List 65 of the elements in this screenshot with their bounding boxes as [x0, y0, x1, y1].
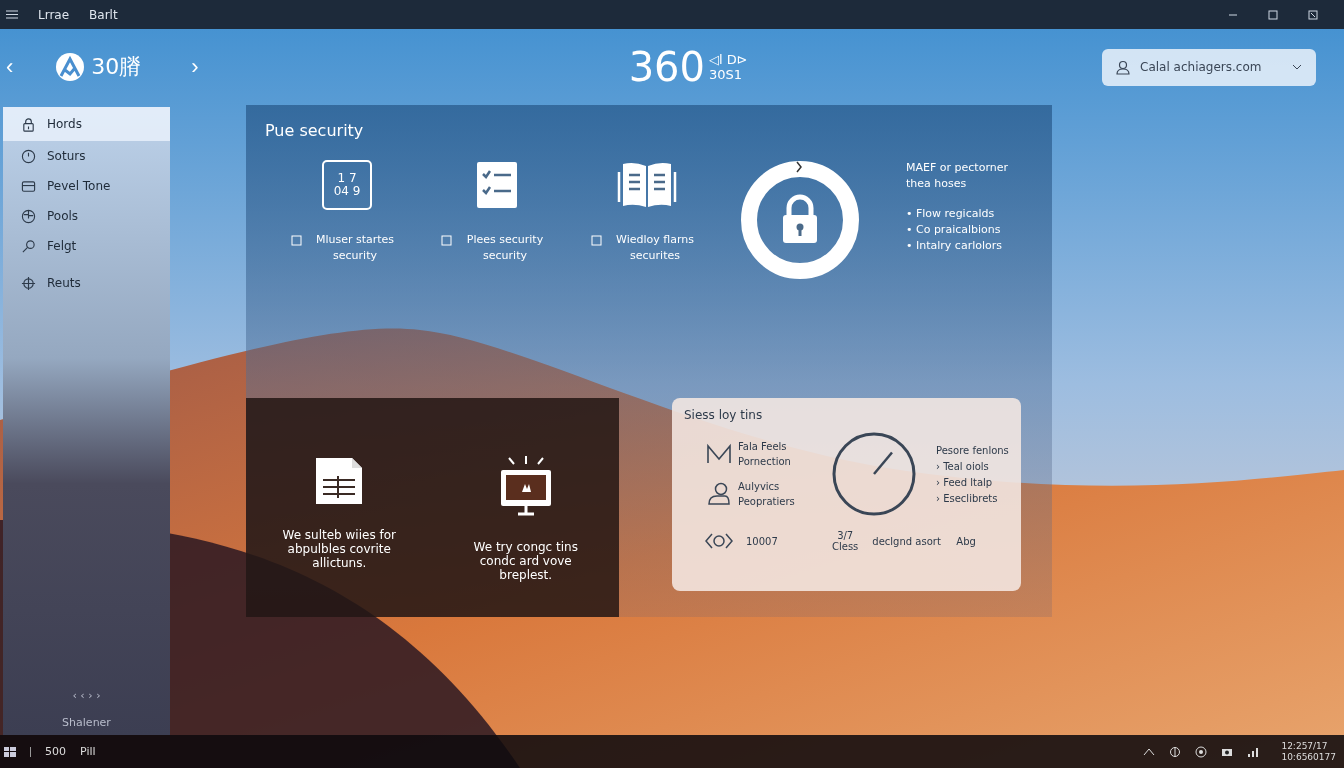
list-item: › Teal oiols	[936, 460, 990, 472]
list-item: › Eseclibrets	[936, 492, 999, 504]
padlock-ring-icon	[740, 160, 860, 280]
lock-caption: MAEF or pectorner thea hoses	[906, 160, 1009, 192]
card-icon	[21, 178, 36, 194]
window-title: Lrrae	[38, 7, 70, 22]
clock-date: 10:6560177	[1281, 751, 1336, 763]
card-description: We try congc tins condc ard vove breplest.	[472, 540, 579, 582]
small-square-icon	[591, 235, 602, 246]
bullet-item: • Flow regicalds	[906, 206, 996, 222]
clock-time: 12:257/17	[1281, 740, 1329, 752]
taskbar-label[interactable]: 500	[45, 745, 66, 758]
maximize-icon[interactable]	[1268, 9, 1278, 20]
sidebar-item[interactable]: Pevel Tone	[3, 171, 170, 201]
list-item: › Feed ltalp	[936, 476, 994, 488]
sidebar-item[interactable]: Reuts	[3, 268, 170, 298]
code-brackets-icon	[704, 532, 734, 550]
start-icon[interactable]	[4, 745, 16, 758]
list-title: Pesore fenlons	[936, 444, 1009, 456]
sidebar-item[interactable]: Soturs	[3, 141, 170, 171]
sidebar-item[interactable]: Felgt	[3, 231, 170, 261]
ratio-label: Cless	[832, 541, 859, 552]
bullet-item: • Co praicalbions	[906, 222, 1002, 238]
document-icon	[314, 456, 365, 506]
window-subtitle: Barlt	[89, 7, 118, 22]
code-value: 10007	[746, 535, 779, 547]
logo-icon	[55, 52, 86, 82]
taskbar-label[interactable]: Pill	[80, 745, 96, 758]
person-icon	[706, 482, 732, 506]
score-sublabel: 30S1	[709, 67, 744, 82]
app-name: 30膌	[91, 53, 142, 81]
small-square-icon	[441, 235, 452, 246]
close-icon[interactable]	[1308, 9, 1318, 20]
menu-icon[interactable]	[6, 10, 18, 19]
end-label: Abg	[956, 535, 976, 547]
account-dropdown[interactable]: Calal achiagers.com	[1102, 48, 1316, 86]
pager-controls[interactable]: ‹ ‹ › ›	[72, 689, 101, 702]
m-letter-icon	[706, 443, 732, 465]
sidebar-item[interactable]: Hords	[3, 107, 170, 141]
chevron-down-icon	[1292, 64, 1302, 70]
small-square-icon	[291, 235, 302, 246]
sidebar-item[interactable]: Pools	[3, 201, 170, 231]
feature-label: Plees security security	[465, 232, 545, 264]
ratio-value: 3/7	[837, 530, 854, 541]
score-number: 360	[628, 44, 705, 90]
card-title: Siess loy tins	[684, 408, 764, 422]
network-icon[interactable]	[1169, 745, 1182, 758]
clock-icon	[21, 148, 36, 164]
bullet-item: • Intalry carlolors	[906, 238, 1003, 254]
feature-label: Mluser startes security	[314, 232, 396, 264]
panel-title: Pue security	[265, 121, 365, 140]
lock-icon	[21, 116, 36, 132]
row-label: Aulyvics Peopratiers	[738, 480, 796, 509]
globe-icon	[21, 208, 36, 224]
card-description: We sulteb wiies for abpulbles covrite allictuns.	[281, 528, 397, 570]
user-icon	[1116, 59, 1130, 75]
calendar-icon: 1 7 04 9	[322, 160, 372, 210]
checklist-icon	[475, 160, 519, 210]
tag-label: declgnd asort	[872, 535, 942, 547]
monitor-icon	[498, 456, 553, 518]
row-label: Fala Feels Pornection	[738, 440, 792, 469]
compass-icon	[21, 275, 36, 291]
feature-label: Wiedloy flarns securites	[615, 232, 695, 264]
score-label: ◁l D⊳	[709, 52, 748, 67]
sidebar-footer: Shalener	[62, 716, 111, 729]
